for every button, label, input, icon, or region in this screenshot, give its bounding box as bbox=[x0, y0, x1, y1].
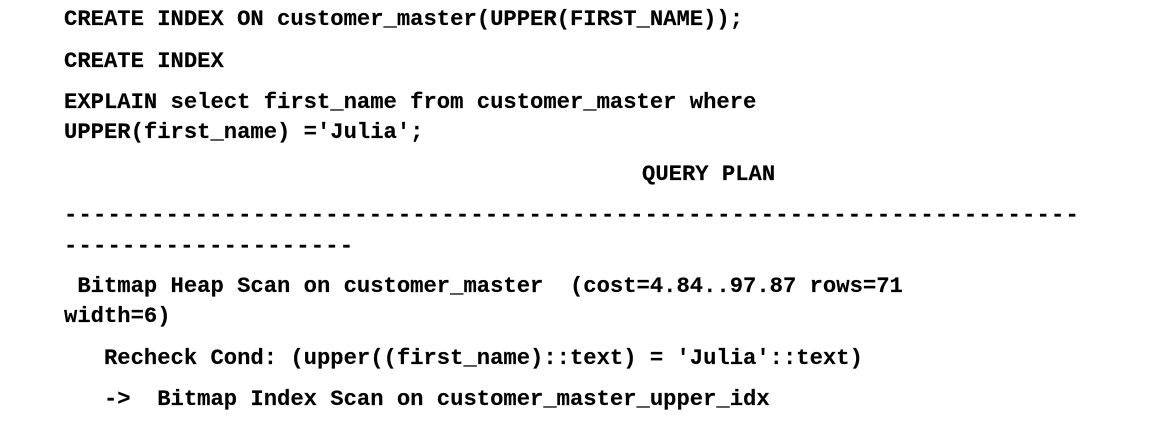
sql-code-block: CREATE INDEX ON customer_master(UPPER(FI… bbox=[0, 0, 1170, 422]
bitmap-index-scan-line: -> Bitmap Index Scan on customer_master_… bbox=[64, 387, 770, 412]
query-plan-header: QUERY PLAN bbox=[642, 162, 776, 187]
bitmap-heap-scan-line-1: Bitmap Heap Scan on customer_master (cos… bbox=[64, 274, 903, 299]
create-index-output: CREATE INDEX bbox=[64, 49, 224, 74]
query-plan-separator-1: ----------------------------------------… bbox=[64, 203, 1081, 228]
explain-statement-line-2: UPPER(first_name) ='Julia'; bbox=[64, 120, 424, 145]
recheck-cond-line: Recheck Cond: (upper((first_name)::text)… bbox=[64, 346, 863, 371]
explain-statement-line-1: EXPLAIN select first_name from customer_… bbox=[64, 90, 757, 115]
bitmap-heap-scan-line-2: width=6) bbox=[64, 304, 171, 329]
query-plan-separator-2: -------------------- bbox=[64, 234, 355, 259]
create-index-statement: CREATE INDEX ON customer_master(UPPER(FI… bbox=[64, 7, 744, 32]
